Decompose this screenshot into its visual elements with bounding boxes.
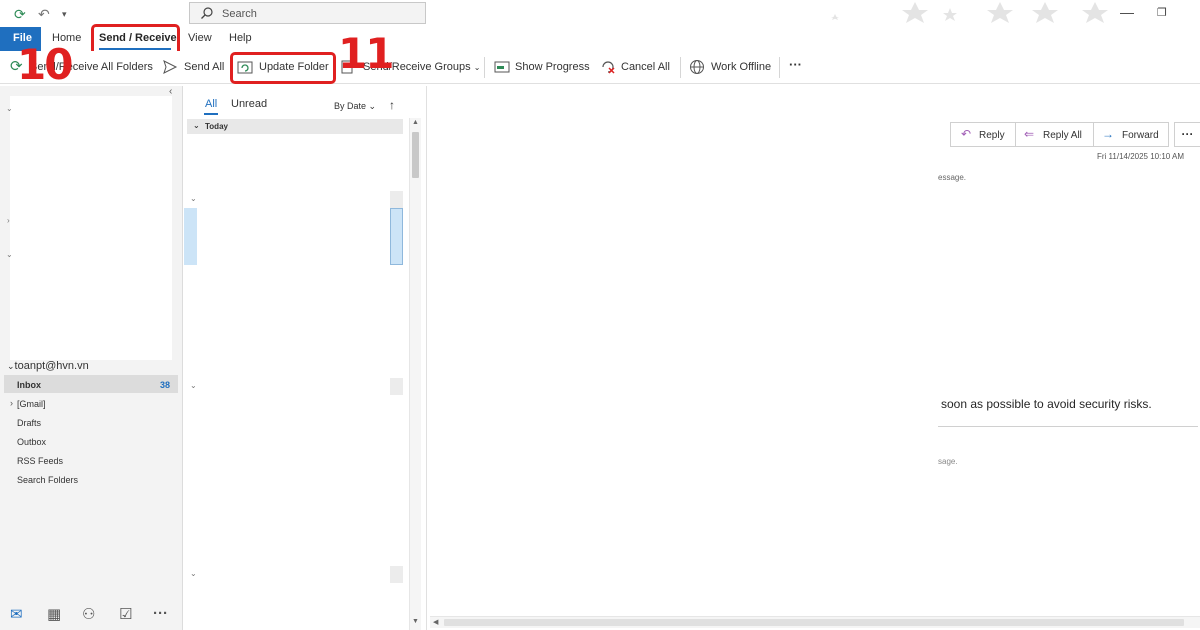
- scrollbar-thumb[interactable]: [412, 132, 419, 178]
- reply-label: Reply: [979, 130, 1005, 141]
- message-list-scrollbar[interactable]: ▲ ▼: [409, 118, 421, 630]
- chevron-down-icon: ⌄: [193, 121, 200, 130]
- group-label: Today: [205, 122, 228, 131]
- reading-pane-hscrollbar[interactable]: ◀: [430, 616, 1200, 628]
- ribbon-divider: [484, 57, 485, 78]
- ribbon-divider: [680, 57, 681, 78]
- reply-all-icon: ⇐: [1024, 127, 1035, 141]
- more-apps-icon[interactable]: ···: [153, 605, 168, 622]
- ribbon-tabs: File Home Send / Receive View Help: [0, 27, 1200, 51]
- account-header[interactable]: ⌄toanpt@hvn.vn: [7, 360, 89, 372]
- minimize-icon[interactable]: —: [1120, 4, 1134, 20]
- chevron-down-icon[interactable]: ⌄: [190, 194, 197, 203]
- sort-direction-icon[interactable]: ↑: [389, 98, 395, 112]
- selected-message-indicator: [184, 208, 197, 265]
- restore-icon[interactable]: ❐: [1157, 6, 1167, 19]
- folder-label: Inbox: [17, 380, 41, 390]
- ribbon-divider: [779, 57, 780, 78]
- send-all-button[interactable]: Send All: [184, 61, 224, 73]
- forward-icon: →: [1102, 127, 1114, 141]
- mail-icon[interactable]: ✉: [10, 605, 23, 623]
- tab-all[interactable]: All: [205, 98, 217, 110]
- globe-icon: [690, 60, 704, 74]
- message-date: Fri 11/14/2025 10:10 AM: [1097, 152, 1185, 161]
- cancel-all-icon: [602, 61, 615, 74]
- forward-label: Forward: [1122, 130, 1159, 141]
- ribbon-more-button[interactable]: ···: [789, 57, 802, 72]
- scrollbar-thumb[interactable]: [444, 619, 1184, 626]
- message-list: All Unread By Date ⌄ ↑ ⌄ Today ⌄ ⌄ ⌄: [184, 86, 424, 630]
- message-snippet: essage.: [938, 173, 967, 182]
- reply-all-button[interactable]: ⇐ Reply All: [1015, 122, 1094, 147]
- step-number-11: 11: [338, 29, 394, 78]
- chevron-right-icon[interactable]: ›: [10, 398, 13, 408]
- chevron-down-icon: ⌄: [473, 63, 481, 72]
- search-icon: [201, 7, 213, 19]
- search-placeholder: Search: [222, 8, 257, 20]
- customize-qat-icon[interactable]: ▾: [62, 9, 67, 20]
- scroll-down-icon[interactable]: ▼: [412, 618, 419, 625]
- tab-view[interactable]: View: [188, 32, 212, 44]
- scroll-up-icon[interactable]: ▲: [412, 119, 419, 126]
- sort-label: By Date: [334, 101, 367, 111]
- step-number-10: 10: [17, 40, 73, 89]
- active-filter-indicator: [204, 113, 218, 115]
- module-nav-bar: ✉ ▦ ⚇ ☑ ···: [0, 597, 183, 630]
- divider: [938, 426, 1198, 427]
- sort-dropdown[interactable]: By Date ⌄: [334, 101, 376, 112]
- unread-count-badge: 38: [160, 380, 171, 390]
- decorative-stars: [831, 2, 1108, 23]
- undo-icon[interactable]: ↶: [38, 6, 50, 23]
- list-placeholder-block: [390, 566, 403, 583]
- people-icon[interactable]: ⚇: [82, 605, 95, 623]
- folder-search-folders[interactable]: Search Folders: [17, 475, 78, 485]
- tab-unread[interactable]: Unread: [231, 98, 267, 110]
- chevron-down-icon: ⌄: [7, 361, 15, 371]
- send-all-icon: [163, 60, 178, 74]
- show-progress-button[interactable]: Show Progress: [515, 61, 590, 73]
- chevron-down-icon[interactable]: ⌄: [190, 381, 197, 390]
- reply-icon: ↶: [961, 127, 972, 141]
- search-box[interactable]: Search: [189, 2, 426, 24]
- chevron-down-icon: ⌄: [368, 101, 377, 111]
- list-placeholder-block: [390, 208, 403, 265]
- work-offline-button[interactable]: Work Offline: [711, 61, 771, 73]
- chevron-down-icon[interactable]: ⌄: [6, 250, 13, 259]
- cancel-all-button[interactable]: Cancel All: [621, 61, 670, 73]
- folder-drafts[interactable]: Drafts: [17, 418, 41, 428]
- chevron-right-icon[interactable]: ›: [7, 216, 10, 225]
- favorites-area: [10, 96, 172, 360]
- scroll-left-icon[interactable]: ◀: [433, 618, 438, 626]
- folder-outbox[interactable]: Outbox: [17, 437, 46, 447]
- calendar-icon[interactable]: ▦: [47, 605, 61, 623]
- group-header-today[interactable]: ⌄ Today: [187, 119, 403, 134]
- tasks-icon[interactable]: ☑: [119, 605, 132, 623]
- show-progress-icon: [494, 61, 510, 73]
- send-receive-quick-icon[interactable]: ⟳: [14, 6, 26, 23]
- folder-gmail[interactable]: [Gmail]: [17, 399, 46, 409]
- list-placeholder-block: [390, 378, 403, 395]
- reply-button[interactable]: ↶ Reply: [950, 122, 1016, 147]
- more-actions-button[interactable]: ···: [1174, 122, 1200, 147]
- chevron-down-icon[interactable]: ⌄: [190, 569, 197, 578]
- message-body-text: soon as possible to avoid security risks…: [941, 397, 1152, 411]
- highlight-update-folder: [230, 52, 336, 84]
- reply-all-label: Reply All: [1043, 130, 1082, 141]
- folder-rss-feeds[interactable]: RSS Feeds: [17, 456, 63, 466]
- list-placeholder-block: [390, 191, 403, 208]
- message-snippet: sage.: [938, 457, 958, 466]
- tab-help[interactable]: Help: [229, 32, 252, 44]
- chevron-down-icon[interactable]: ⌄: [6, 104, 13, 113]
- ribbon: ⟳ Send/Receive All Folders Send All Upda…: [0, 51, 1200, 84]
- forward-button[interactable]: → Forward: [1093, 122, 1169, 147]
- reading-pane: ↶ Reply ⇐ Reply All → Forward ··· Fri 11…: [426, 86, 1200, 630]
- account-name: toanpt@hvn.vn: [14, 360, 89, 372]
- folder-pane: ‹ ⌄ › ⌄ ⌄toanpt@hvn.vn Inbox 38 › [Gmail…: [0, 86, 183, 630]
- title-bar: ⟳ ↶ ▾ Search — ❐: [0, 0, 1200, 27]
